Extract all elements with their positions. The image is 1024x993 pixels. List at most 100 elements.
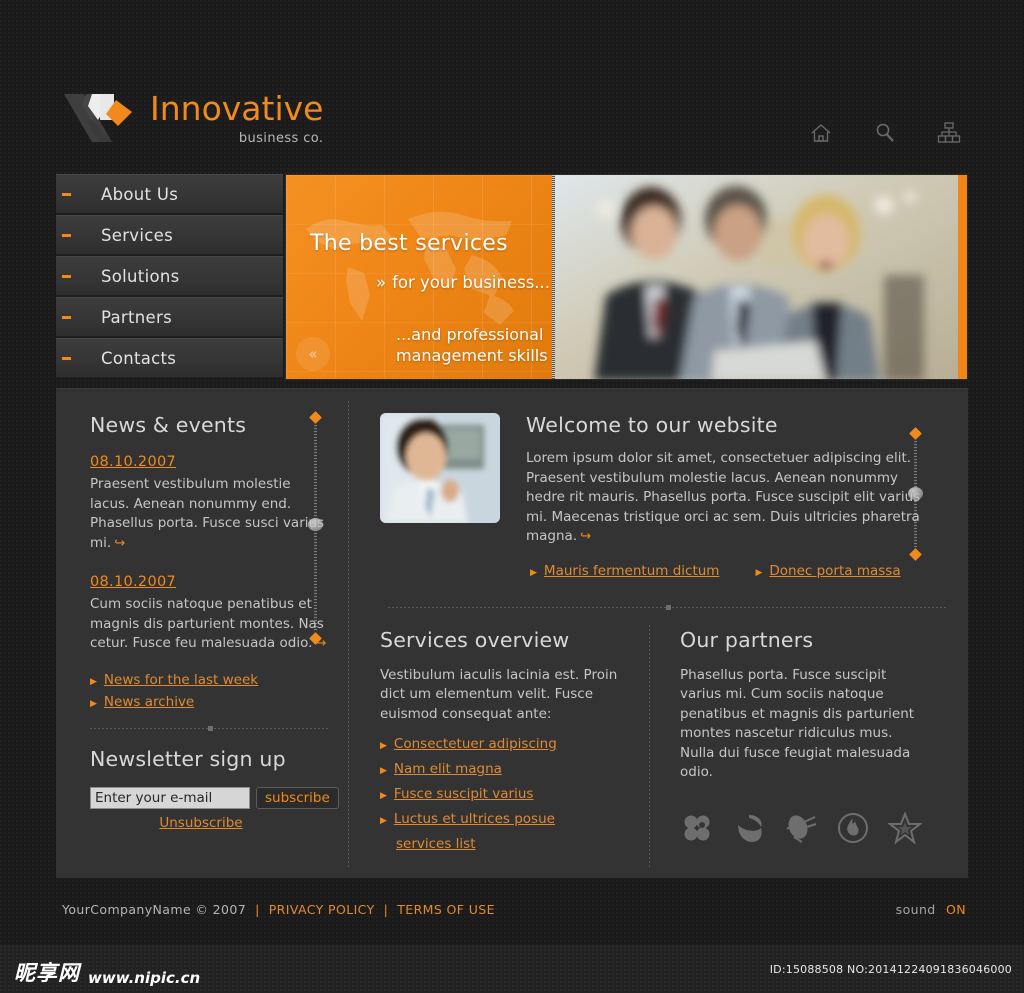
acorn-icon[interactable] [732, 811, 766, 849]
site-footer: YourCompanyName © 2007 | PRIVACY POLICY … [0, 878, 1024, 945]
services-body: Vestibulum iaculis lacinia est. Proin di… [380, 666, 618, 722]
partners-title: Our partners [680, 627, 814, 652]
link-label: Nam elit magna [393, 761, 502, 777]
brand-title: Innovative [150, 89, 324, 128]
service-link-nam-elit[interactable]: ▶ Nam elit magna [380, 761, 626, 777]
nav-label: Contacts [101, 348, 177, 368]
left-sidebar-column: News & events 08.10.2007 Praesent vestib… [90, 413, 339, 831]
main-content-panel: News & events 08.10.2007 Praesent vestib… [56, 388, 968, 878]
nav-dash-icon [62, 193, 71, 196]
news-item: 08.10.2007 Cum sociis natoque penatibus … [90, 571, 330, 654]
column-divider [348, 401, 349, 867]
sound-label: sound [895, 902, 936, 917]
watermark-cn-text: 昵享网 [14, 961, 80, 985]
news-links: ▶ News for the last week ▶ News archive [90, 672, 330, 710]
banner-prev-button[interactable]: « [296, 337, 330, 371]
satellite-dish-icon[interactable] [784, 811, 818, 849]
read-more-icon[interactable]: ↪ [114, 534, 125, 554]
read-more-icon[interactable]: ↪ [315, 634, 326, 654]
banner-tagline-line2: management skills [396, 346, 548, 365]
service-link-consectetuer[interactable]: ▶ Consectetuer adipiscing [380, 736, 626, 752]
nav-dash-icon [62, 275, 71, 278]
nav-item-partners[interactable]: Partners [56, 297, 283, 337]
email-field[interactable] [90, 786, 250, 809]
main-column: Welcome to our website Lorem ipsum dolor… [380, 413, 948, 859]
news-archive-link[interactable]: ▶ News archive [90, 694, 330, 710]
mauris-fermentum-link[interactable]: ▶ Mauris fermentum dictum [530, 563, 719, 579]
brand-subtitle: business co. [238, 131, 324, 146]
news-date-link[interactable]: 08.10.2007 [90, 454, 176, 470]
banner-accent-stripe [958, 175, 967, 379]
link-label: Donec porta massa [769, 562, 901, 579]
clover-icon[interactable] [680, 811, 714, 849]
news-date-link[interactable]: 08.10.2007 [90, 574, 176, 590]
welcome-title: Welcome to our website [526, 413, 778, 437]
banner-chevrons-icon: » [376, 273, 387, 292]
partners-body: Phasellus porta. Fusce suscipit varius m… [680, 666, 915, 781]
services-links: ▶ Consectetuer adipiscing ▶ Nam elit mag… [380, 736, 626, 852]
home-icon[interactable] [808, 120, 834, 146]
our-partners-section: Our partners Phasellus porta. Fusce susc… [650, 627, 923, 859]
news-last-week-link[interactable]: ▶ News for the last week [90, 672, 330, 688]
arrow-bullet-icon: ▶ [90, 676, 97, 687]
news-body: Cum sociis natoque penatibus et magnis d… [90, 595, 330, 654]
newsletter-form: subscribe [90, 786, 339, 809]
service-link-luctus[interactable]: ▶ Luctus et ultrices posue [380, 811, 626, 827]
nav-dash-icon [62, 357, 71, 360]
services-list-link[interactable]: services list [396, 836, 626, 852]
privacy-policy-link[interactable]: PRIVACY POLICY [269, 902, 375, 917]
arrow-bullet-icon: ▶ [380, 741, 387, 751]
nav-item-contacts[interactable]: Contacts [56, 338, 283, 378]
hero-banner: « The best services » for your business.… [285, 174, 968, 380]
lower-columns: Services overview Vestibulum iaculis lac… [380, 628, 940, 859]
chevron-logo-icon [62, 86, 136, 148]
service-link-fusce-suscipit[interactable]: ▶ Fusce suscipit varius [380, 786, 626, 802]
welcome-text-block: Welcome to our website Lorem ipsum dolor… [526, 413, 940, 547]
news-body-text: Praesent vestibulum molestie lacus. Aene… [90, 476, 325, 551]
newsletter-section-title: Newsletter sign up [90, 746, 286, 771]
link-label: Fusce suscipit varius [393, 786, 534, 802]
terms-of-use-link[interactable]: TERMS OF USE [397, 902, 495, 917]
welcome-body: Lorem ipsum dolor sit amet, consectetuer… [526, 449, 940, 547]
website-page: Innovative business co. About Us Service… [0, 0, 1024, 945]
content-divider [388, 604, 948, 610]
nav-and-banner: About Us Services Solutions Partners Con… [56, 174, 968, 380]
news-section-title: News & events [90, 413, 247, 437]
nav-label: Services [101, 225, 173, 245]
sound-state: ON [946, 902, 966, 917]
footer-left: YourCompanyName © 2007 | PRIVACY POLICY … [62, 902, 495, 917]
banner-divider [552, 175, 555, 379]
link-label: Luctus et ultrices posue [393, 811, 555, 827]
link-label: Mauris fermentum dictum [543, 562, 720, 579]
arrow-bullet-icon: ▶ [530, 567, 537, 578]
subscribe-button[interactable]: subscribe [256, 786, 339, 809]
services-overview-section: Services overview Vestibulum iaculis lac… [380, 628, 650, 859]
section-divider [90, 725, 330, 731]
unsubscribe-link[interactable]: Unsubscribe [90, 815, 312, 831]
footer-separator: | [255, 902, 260, 917]
banner-tagline: ...and professional management skills [396, 324, 548, 366]
search-icon[interactable] [872, 120, 898, 146]
read-more-icon[interactable]: ↪ [580, 527, 591, 547]
star-icon[interactable] [887, 810, 923, 849]
site-header: Innovative business co. [0, 0, 1024, 172]
flame-circle-icon[interactable] [836, 811, 870, 849]
link-label: News archive [103, 693, 195, 710]
arrow-bullet-icon: ▶ [755, 567, 763, 578]
logo-text: Innovative business co. [150, 86, 323, 146]
logo-block[interactable]: Innovative business co. [62, 86, 323, 148]
link-label: News for the last week [103, 671, 259, 688]
donec-porta-link[interactable]: ▶ Donec porta massa [755, 563, 900, 579]
nav-item-about-us[interactable]: About Us [56, 174, 283, 214]
arrow-bullet-icon: ▶ [380, 791, 387, 801]
services-title: Services overview [380, 627, 570, 652]
banner-headline: The best services [310, 231, 508, 256]
news-body-text: Cum sociis natoque penatibus et magnis d… [90, 596, 324, 651]
arrow-bullet-icon: ▶ [380, 816, 387, 826]
sitemap-icon[interactable] [936, 120, 962, 146]
sound-toggle[interactable]: sound ON [896, 902, 966, 917]
nav-item-services[interactable]: Services [56, 215, 283, 255]
banner-tagline-line1: ...and professional [396, 325, 544, 344]
nav-item-solutions[interactable]: Solutions [56, 256, 283, 296]
link-label: Consectetuer adipiscing [393, 736, 557, 752]
